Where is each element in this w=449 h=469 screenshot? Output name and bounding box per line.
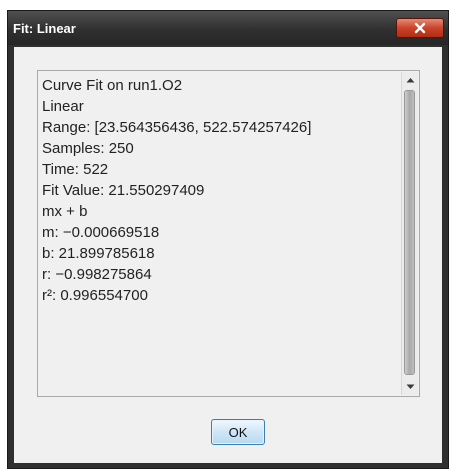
scroll-down-arrow-icon[interactable] xyxy=(402,379,418,395)
result-line: Curve Fit on run1.O2 xyxy=(42,77,183,94)
close-button[interactable] xyxy=(396,18,444,38)
vertical-scrollbar[interactable] xyxy=(401,72,418,395)
ok-button[interactable]: OK xyxy=(211,419,265,445)
result-line: Range: [23.564356436, 522.574257426] xyxy=(42,119,312,136)
result-line: m: −0.000669518 xyxy=(42,224,160,241)
scroll-thumb[interactable] xyxy=(404,90,415,375)
result-line: Samples: 250 xyxy=(42,140,134,157)
title-bar[interactable]: Fit: Linear xyxy=(8,11,448,45)
result-line: mx + b xyxy=(42,203,88,220)
window-title: Fit: Linear xyxy=(13,21,76,36)
result-line: Linear xyxy=(42,98,84,115)
result-line: Time: 522 xyxy=(42,161,109,178)
close-icon xyxy=(414,22,426,34)
result-line: Fit Value: 21.550297409 xyxy=(42,182,205,199)
result-line: r²: 0.996554700 xyxy=(42,287,148,304)
fit-dialog-window: Fit: Linear Curve Fit on run1.O2 Linear … xyxy=(7,10,449,469)
result-line: r: −0.998275864 xyxy=(42,266,152,283)
results-text-area[interactable]: Curve Fit on run1.O2 Linear Range: [23.5… xyxy=(37,70,420,397)
results-lines: Curve Fit on run1.O2 Linear Range: [23.5… xyxy=(42,75,397,306)
dialog-body: Curve Fit on run1.O2 Linear Range: [23.5… xyxy=(14,47,442,463)
scroll-up-arrow-icon[interactable] xyxy=(402,72,418,88)
result-line: b: 21.899785618 xyxy=(42,245,155,262)
